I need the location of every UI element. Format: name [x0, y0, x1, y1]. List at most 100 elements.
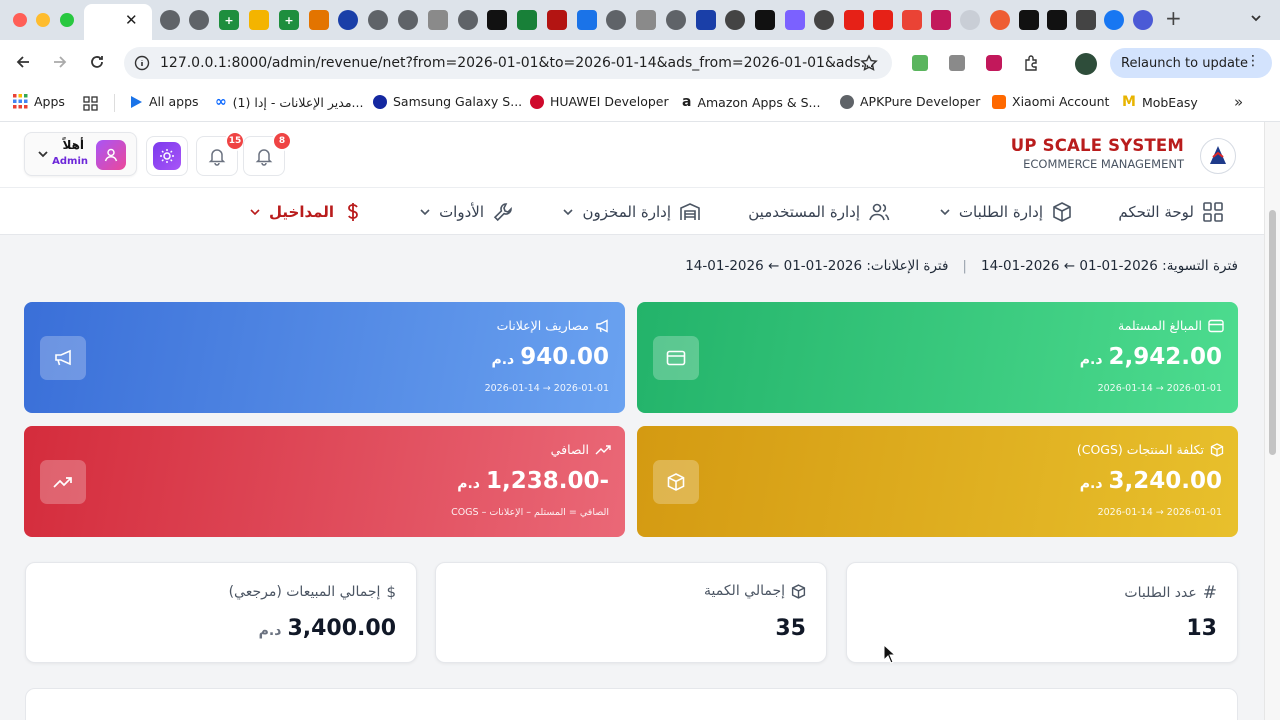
tab-favicon[interactable]: [1076, 10, 1096, 30]
user-menu[interactable]: أهلاً Admin: [24, 132, 137, 176]
more-menu-icon[interactable]: ⋮: [1246, 53, 1260, 69]
bookmark-all-apps[interactable]: All apps: [129, 94, 199, 109]
stat-value: 35: [775, 616, 806, 641]
tab-favicon[interactable]: [636, 10, 656, 30]
next-section-panel: [25, 688, 1238, 720]
bookmark-huawei[interactable]: HUAWEI Developer: [530, 94, 669, 109]
tab-favicon[interactable]: [428, 10, 448, 30]
tab-favicon[interactable]: [398, 10, 418, 30]
close-tab-icon[interactable]: ✕: [125, 11, 138, 29]
bookmark-label: Samsung Galaxy S...: [393, 94, 523, 109]
tab-favicon[interactable]: [1019, 10, 1039, 30]
bookmark-label: MobEasy: [1141, 94, 1198, 110]
bookmark-xiaomi[interactable]: Xiaomi Account: [992, 94, 1109, 109]
tab-favicon[interactable]: [844, 10, 864, 30]
nav-dashboard[interactable]: لوحة التحكم: [1118, 188, 1224, 235]
tab-favicon[interactable]: [458, 10, 478, 30]
nav-revenue[interactable]: المداخيل: [249, 188, 364, 235]
stat-title-text: عدد الطلبات: [1124, 585, 1197, 601]
tab-favicon[interactable]: [606, 10, 626, 30]
relaunch-button[interactable]: Relaunch to update ⋮: [1110, 48, 1272, 78]
tab-favicon[interactable]: [577, 10, 597, 30]
minimize-window-icon[interactable]: [36, 13, 50, 27]
extensions-puzzle-icon[interactable]: [1022, 54, 1040, 72]
forward-arrow-icon[interactable]: [51, 53, 69, 71]
tab-favicon[interactable]: [487, 10, 507, 30]
tab-favicon[interactable]: [902, 10, 922, 30]
tab-favicon[interactable]: [1047, 10, 1067, 30]
url-bar[interactable]: 127.0.0.1:8000/admin/revenue/net?from=20…: [124, 47, 892, 79]
bookmark-apkpure[interactable]: APKPure Developer: [840, 94, 980, 109]
tab-favicon[interactable]: [666, 10, 686, 30]
bookmark-apps[interactable]: Apps: [13, 94, 65, 109]
page-scrollbar[interactable]: [1264, 122, 1280, 720]
tab-favicon[interactable]: [189, 10, 209, 30]
tab-favicon[interactable]: [160, 10, 180, 30]
card-icon-box: [653, 336, 699, 380]
tab-favicon[interactable]: +: [279, 10, 299, 30]
back-arrow-icon[interactable]: [14, 53, 32, 71]
bookmark-amazon[interactable]: a Amazon Apps & S...: [682, 94, 820, 110]
close-window-icon[interactable]: [13, 13, 27, 27]
tab-favicon[interactable]: [814, 10, 834, 30]
active-tab[interactable]: ✕: [84, 4, 152, 40]
tab-favicon[interactable]: [725, 10, 745, 30]
notification-count-badge: 15: [225, 131, 245, 151]
extension-icon[interactable]: [986, 55, 1002, 71]
brand-logo[interactable]: [1200, 138, 1236, 174]
scrollbar-thumb[interactable]: [1269, 210, 1276, 455]
zoom-window-icon[interactable]: [60, 13, 74, 27]
tab-favicon[interactable]: [990, 10, 1010, 30]
camera-extension-icon[interactable]: [949, 55, 965, 71]
tab-favicon[interactable]: [696, 10, 716, 30]
nav-users[interactable]: إدارة المستخدمين: [748, 188, 890, 235]
tab-favicon[interactable]: [1104, 10, 1124, 30]
tab-favicon[interactable]: [368, 10, 388, 30]
tab-favicon[interactable]: [1133, 10, 1153, 30]
tab-favicon[interactable]: [931, 10, 951, 30]
new-tab-icon[interactable]: +: [1165, 6, 1182, 30]
currency-label: د.م: [491, 352, 515, 368]
card-range: 2026-01-01 → 2026-01-14: [1097, 507, 1222, 518]
tab-favicon[interactable]: [338, 10, 358, 30]
card-title-text: تكلفة المنتجات (COGS): [1076, 442, 1204, 457]
extension-icon[interactable]: [912, 55, 928, 71]
alerts-button[interactable]: 8: [243, 131, 292, 176]
bookmark-ads-manager[interactable]: ∞ (1) مدير الإعلانات - إدا...: [215, 94, 363, 110]
card-payment-icon: [1208, 319, 1224, 332]
tab-search-chevron-icon[interactable]: [1249, 11, 1263, 25]
nav-orders[interactable]: إدارة الطلبات: [939, 188, 1073, 235]
notifications-button[interactable]: 15: [196, 131, 245, 176]
site-info-icon[interactable]: [134, 55, 150, 71]
tab-favicon[interactable]: [785, 10, 805, 30]
chevron-down-icon: [37, 148, 49, 160]
tab-favicon[interactable]: [249, 10, 269, 30]
bookmark-mobeasy[interactable]: M MobEasy: [1122, 94, 1198, 110]
nav-inventory[interactable]: إدارة المخزون: [562, 188, 701, 235]
bookmark-label: (1) مدير الإعلانات - إدا...: [232, 94, 364, 110]
currency-label: د.م: [258, 623, 282, 639]
reload-icon[interactable]: [88, 53, 106, 71]
card-value-number: 3,240.00: [1108, 468, 1223, 494]
user-avatar: [96, 140, 126, 170]
tab-favicon[interactable]: [755, 10, 775, 30]
total-sales-card: $ إجمالي المبيعات (مرجعي) 3,400.00 د.م: [25, 562, 417, 663]
tab-favicon[interactable]: [309, 10, 329, 30]
hash-icon: #: [1202, 583, 1217, 603]
tab-favicon[interactable]: [547, 10, 567, 30]
grid-icon[interactable]: [83, 96, 98, 111]
tab-favicon[interactable]: [873, 10, 893, 30]
nav-label: إدارة المخزون: [582, 202, 671, 221]
brand[interactable]: UP SCALE SYSTEM ECOMMERCE MANAGEMENT: [1011, 136, 1184, 171]
more-bookmarks-icon[interactable]: »: [1234, 93, 1243, 111]
tab-favicon[interactable]: [960, 10, 980, 30]
bookmark-samsung[interactable]: Samsung Galaxy S...: [373, 94, 522, 109]
tab-favicon[interactable]: +: [219, 10, 239, 30]
profile-avatar[interactable]: [1075, 53, 1097, 75]
nav-tools[interactable]: الأدوات: [419, 188, 514, 235]
trending-up-icon: [53, 477, 72, 488]
bookmark-star-icon[interactable]: [860, 54, 878, 72]
tab-favicon[interactable]: [517, 10, 537, 30]
nav-label: الأدوات: [439, 202, 484, 221]
theme-toggle-button[interactable]: [146, 136, 188, 176]
